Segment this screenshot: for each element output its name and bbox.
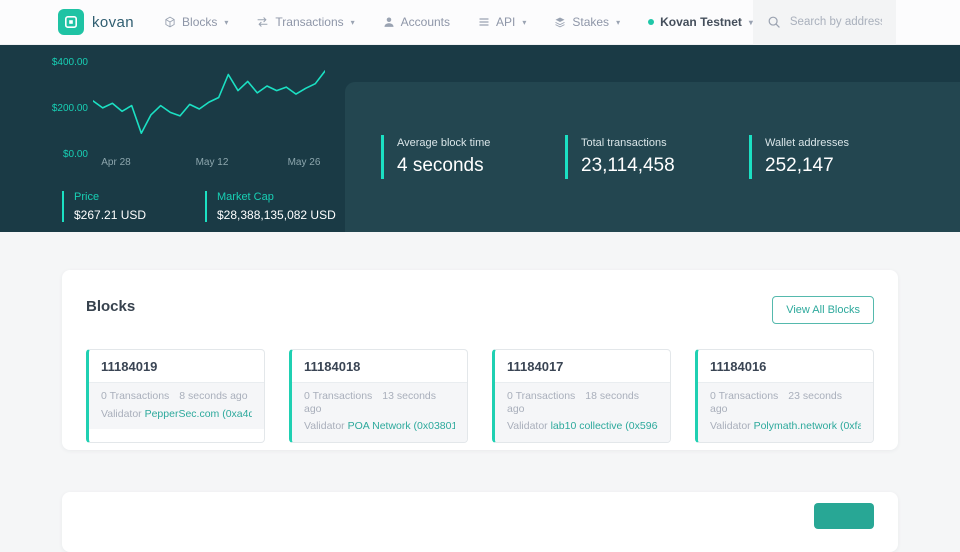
next-section-card-partial xyxy=(62,492,898,552)
validator-label: Validator xyxy=(304,420,345,432)
price-label: Price xyxy=(74,191,146,203)
block-tile-footer: 0 Transactions 8 seconds ago Validator Pe… xyxy=(89,382,264,429)
block-number-link[interactable]: 11184017 xyxy=(495,350,670,382)
market-cap-label: Market Cap xyxy=(217,191,336,203)
nav-item-api[interactable]: API ▾ xyxy=(478,15,526,29)
blocks-icon xyxy=(164,16,176,28)
hero-section: $400.00 $200.00 $0.00 Apr 28 May 12 May … xyxy=(0,45,960,232)
nav-item-label: API xyxy=(496,15,515,29)
stat-value: 4 seconds xyxy=(397,155,565,177)
chevron-down-icon: ▾ xyxy=(616,18,620,27)
block-tx-count: 0 Transactions xyxy=(710,390,778,402)
nav-item-label: Transactions xyxy=(275,15,343,29)
nav-item-label: Blocks xyxy=(182,15,217,29)
validator-link[interactable]: PepperSec.com (0xa4df25...) xyxy=(145,408,252,420)
blocks-section-title: Blocks xyxy=(86,298,874,315)
block-tx-count: 0 Transactions xyxy=(507,390,575,402)
block-number-link[interactable]: 11184019 xyxy=(89,350,264,382)
price-box: Price $267.21 USD xyxy=(62,191,146,222)
block-tile: 11184019 0 Transactions 8 seconds ago Val… xyxy=(86,349,265,443)
block-number-link[interactable]: 11184018 xyxy=(292,350,467,382)
stat-total-transactions: Total transactions 23,114,458 xyxy=(565,135,749,179)
validator-label: Validator xyxy=(710,420,751,432)
x-axis-tick: May 12 xyxy=(190,157,234,168)
chevron-down-icon: ▾ xyxy=(351,18,355,27)
brand-name: kovan xyxy=(92,14,134,31)
search-icon xyxy=(767,15,781,29)
navbar: kovan Blocks ▾ Transactions ▾ Accounts xyxy=(0,0,960,45)
stat-label: Wallet addresses xyxy=(765,137,933,149)
block-tile: 11184016 0 Transactions23 seconds ago Va… xyxy=(695,349,874,443)
block-age: 8 seconds ago xyxy=(179,390,247,402)
api-icon xyxy=(478,16,490,28)
block-tiles: 11184019 0 Transactions 8 seconds ago Val… xyxy=(86,349,874,443)
nav-item-blocks[interactable]: Blocks ▾ xyxy=(164,15,228,29)
network-stats-panel: Average block time 4 seconds Total trans… xyxy=(345,82,960,232)
nav-item-label: Stakes xyxy=(572,15,609,29)
block-number-link[interactable]: 11184016 xyxy=(698,350,873,382)
stat-label: Total transactions xyxy=(581,137,749,149)
chevron-down-icon: ▾ xyxy=(224,18,228,27)
price-chart xyxy=(93,55,325,159)
network-selector[interactable]: Kovan Testnet ▾ xyxy=(648,15,753,29)
stat-label: Average block time xyxy=(397,137,565,149)
search-box xyxy=(753,0,896,45)
view-all-blocks-button[interactable]: View All Blocks xyxy=(772,296,874,324)
nav-item-accounts[interactable]: Accounts xyxy=(383,15,450,29)
brand[interactable]: kovan xyxy=(58,9,134,35)
y-axis-tick: $0.00 xyxy=(46,149,88,160)
transactions-icon xyxy=(256,16,269,28)
nav-item-transactions[interactable]: Transactions ▾ xyxy=(256,15,354,29)
price-value: $267.21 USD xyxy=(74,208,146,222)
block-tile: 11184017 0 Transactions18 seconds ago Va… xyxy=(492,349,671,443)
validator-link[interactable]: POA Network (0x03801e...) xyxy=(348,420,455,432)
view-all-button-partial[interactable] xyxy=(814,503,874,529)
stat-wallet-addresses: Wallet addresses 252,147 xyxy=(749,135,933,179)
market-cap-value: $28,388,135,082 USD xyxy=(217,208,336,222)
kovan-logo-icon xyxy=(58,9,84,35)
block-tile-footer: 0 Transactions23 seconds ago Validator P… xyxy=(698,382,873,442)
main-nav: Blocks ▾ Transactions ▾ Accounts API ▾ xyxy=(164,15,620,29)
market-cap-box: Market Cap $28,388,135,082 USD xyxy=(205,191,336,222)
stat-value: 23,114,458 xyxy=(581,155,749,177)
validator-label: Validator xyxy=(507,420,548,432)
y-axis-tick: $200.00 xyxy=(46,103,88,114)
validator-link[interactable]: lab10 collective (0x596e82...) xyxy=(551,420,658,432)
accounts-icon xyxy=(383,16,395,28)
network-status-dot xyxy=(648,19,654,25)
validator-label: Validator xyxy=(101,408,142,420)
y-axis-tick: $400.00 xyxy=(46,57,88,68)
stakes-icon xyxy=(554,16,566,28)
blocks-card: Blocks View All Blocks 11184019 0 Transa… xyxy=(62,270,898,450)
block-tile-footer: 0 Transactions13 seconds ago Validator P… xyxy=(292,382,467,442)
block-tile: 11184018 0 Transactions13 seconds ago Va… xyxy=(289,349,468,443)
network-label: Kovan Testnet xyxy=(660,15,742,29)
x-axis-tick: May 26 xyxy=(282,157,326,168)
block-tile-footer: 0 Transactions18 seconds ago Validator l… xyxy=(495,382,670,442)
nav-item-label: Accounts xyxy=(401,15,450,29)
nav-item-stakes[interactable]: Stakes ▾ xyxy=(554,15,620,29)
search-input[interactable] xyxy=(790,16,882,28)
stat-average-block-time: Average block time 4 seconds xyxy=(381,135,565,179)
x-axis-tick: Apr 28 xyxy=(94,157,138,168)
chevron-down-icon: ▾ xyxy=(522,18,526,27)
block-tx-count: 0 Transactions xyxy=(304,390,372,402)
validator-link[interactable]: Polymath.network (0xfaad...) xyxy=(754,420,861,432)
block-tx-count: 0 Transactions xyxy=(101,390,169,402)
stat-value: 252,147 xyxy=(765,155,933,177)
